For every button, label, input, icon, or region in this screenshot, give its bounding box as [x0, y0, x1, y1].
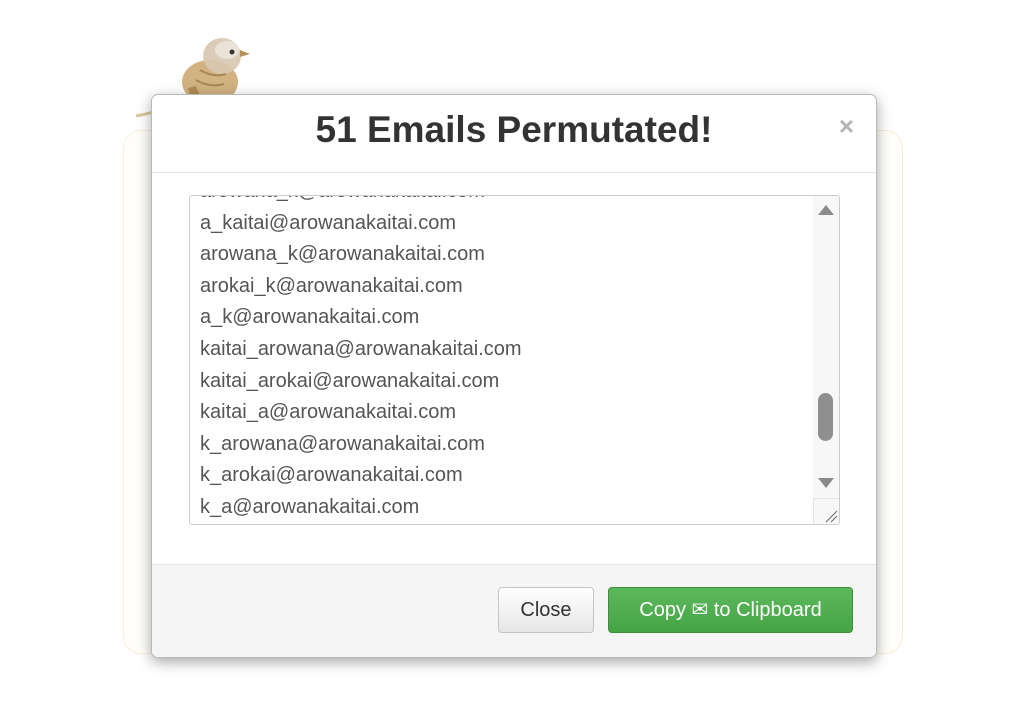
- permutation-result-modal: 51 Emails Permutated! × arowana_k@arowan…: [151, 94, 877, 658]
- email-list-item: kaitai_a@arowanakaitai.com: [200, 401, 456, 424]
- email-list: arowana_k@arowanakaitai.com a_kaitai@arow…: [200, 196, 810, 524]
- modal-footer: Close Copy ✉ to Clipboard: [152, 564, 876, 657]
- vertical-scrollbar[interactable]: [813, 196, 839, 498]
- close-icon[interactable]: ×: [839, 113, 854, 139]
- email-list-item: kaitai_arokai@arowanakaitai.com: [200, 369, 500, 392]
- email-list-item: a_k@arowanakaitai.com: [200, 306, 420, 329]
- modal-body: arowana_k@arowanakaitai.com a_kaitai@arow…: [152, 173, 876, 565]
- email-list-item: k_arokai@arowanakaitai.com: [200, 464, 463, 487]
- email-list-item: kaitai_arowana@arowanakaitai.com: [200, 337, 522, 360]
- copy-to-clipboard-button[interactable]: Copy ✉ to Clipboard: [608, 587, 853, 633]
- resize-grip-icon[interactable]: [813, 498, 839, 524]
- triangle-up-icon[interactable]: [818, 205, 834, 215]
- page: 51 Emails Permutated! × arowana_k@arowan…: [0, 0, 1027, 710]
- modal-title: 51 Emails Permutated!: [315, 109, 713, 150]
- emails-textarea[interactable]: arowana_k@arowanakaitai.com a_kaitai@arow…: [189, 195, 840, 525]
- email-list-item: arowana_k@arowanakaitai.com: [200, 196, 810, 208]
- triangle-down-icon[interactable]: [818, 478, 834, 488]
- email-list-item: arokai_k@arowanakaitai.com: [200, 274, 463, 297]
- close-button[interactable]: Close: [498, 587, 594, 633]
- email-list-item: k_a@arowanakaitai.com: [200, 495, 420, 518]
- modal-header: 51 Emails Permutated! ×: [152, 95, 876, 173]
- email-list-item: arowana_k@arowanakaitai.com: [200, 243, 485, 266]
- email-list-item: a_kaitai@arowanakaitai.com: [200, 211, 456, 234]
- scrollbar-thumb[interactable]: [818, 393, 833, 442]
- email-list-item: k_arowana@arowanakaitai.com: [200, 432, 485, 455]
